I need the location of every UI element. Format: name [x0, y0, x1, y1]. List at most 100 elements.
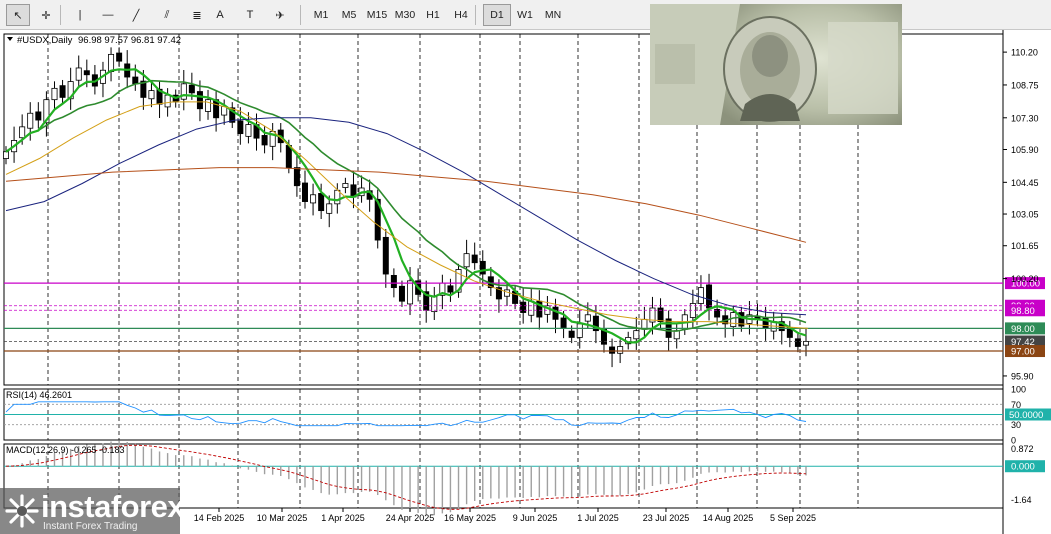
candle-body	[697, 287, 704, 304]
dollar-banknote-image	[650, 4, 902, 125]
price-axis-label: 107.30	[1011, 113, 1039, 123]
candle-body	[479, 260, 486, 275]
date-axis-label: 24 Apr 2025	[386, 513, 435, 523]
rsi-axis-label: 70	[1011, 400, 1021, 410]
date-axis-label: 1 Apr 2025	[321, 513, 365, 523]
shapes-icon: ✈	[275, 9, 285, 22]
timeframe-m5-button[interactable]: M5	[335, 4, 363, 26]
price-level-label: 97.00	[1011, 347, 1035, 358]
candle-body	[633, 330, 640, 340]
candle-body	[116, 52, 123, 62]
vertical-line-icon: |	[78, 9, 82, 21]
cursor-tool-button[interactable]: ↖	[6, 4, 30, 26]
toolbar-separator	[475, 5, 476, 25]
candle-body	[560, 317, 567, 329]
candle-body	[237, 120, 244, 135]
candle-body	[609, 346, 616, 354]
logo-text: instaforex	[41, 489, 185, 524]
candle-body	[164, 94, 171, 108]
candle-body	[584, 314, 591, 322]
price-axis-label: 103.05	[1011, 210, 1039, 220]
candle-body	[188, 84, 195, 94]
candle-body	[326, 203, 333, 214]
candle-body	[382, 236, 389, 275]
timeframe-h1-button[interactable]: H1	[419, 4, 447, 26]
candle-body	[463, 253, 470, 268]
candle-body	[568, 330, 575, 338]
macd-axis-label: 0.872	[1011, 444, 1034, 454]
fibonacci-tool-button[interactable]: ≣	[185, 4, 209, 26]
rsi-label: RSI(14) 46.2601	[6, 390, 72, 400]
horizontal-line-tool-button[interactable]: —	[96, 4, 120, 26]
rsi-level-box-label: 50.0000	[1009, 410, 1043, 421]
trendline-tool-button[interactable]: ╱	[124, 4, 148, 26]
price-level-label: 98.80	[1011, 306, 1035, 317]
timeframe-m15-button[interactable]: M15	[363, 4, 391, 26]
candle-body	[3, 151, 9, 159]
macd-zero-box-label: 0.000	[1011, 462, 1035, 473]
date-axis-label: 14 Aug 2025	[703, 513, 754, 523]
text-tool-button[interactable]: A	[208, 4, 232, 26]
vertical-line-tool-button[interactable]: |	[68, 4, 92, 26]
price-level-label: 98.00	[1011, 324, 1035, 335]
text-icon: A	[216, 9, 224, 21]
candle-body	[75, 67, 82, 81]
candle-body	[196, 91, 203, 110]
shapes-tool-button[interactable]: ✈	[268, 4, 292, 26]
candle-body	[293, 167, 300, 187]
candle-body	[51, 87, 58, 101]
timeframe-w1-button[interactable]: W1	[511, 4, 539, 26]
candle-body	[19, 126, 26, 139]
equidistant-channel-tool-button[interactable]: ⫽	[155, 4, 179, 26]
date-axis-label: 5 Sep 2025	[770, 513, 816, 523]
horizontal-line-icon: —	[102, 9, 114, 21]
logo-subtitle: Instant Forex Trading	[43, 521, 138, 532]
candle-body	[318, 193, 325, 212]
candle-body	[576, 323, 583, 338]
candle-body	[27, 112, 34, 129]
date-axis-label: 14 Feb 2025	[194, 513, 245, 523]
chart-ohlc-values: 96.98 97.57 96.81 97.42	[78, 35, 181, 46]
price-axis-label: 100.20	[1011, 274, 1039, 284]
candle-body	[132, 76, 139, 85]
candle-body	[398, 285, 405, 302]
price-axis-label: 105.90	[1011, 145, 1039, 155]
candle-body	[83, 70, 90, 76]
candle-body	[261, 135, 268, 146]
candle-body	[108, 53, 115, 72]
timeframe-h4-button[interactable]: H4	[447, 4, 475, 26]
candle-body	[803, 341, 810, 346]
candle-body	[342, 183, 349, 188]
candle-body	[617, 346, 624, 354]
candle-body	[447, 285, 454, 293]
timeframe-m1-button[interactable]: M1	[307, 4, 335, 26]
instaforex-logo: instaforex Instant Forex Trading	[0, 488, 185, 534]
candle-body	[552, 306, 559, 320]
price-axis-label: 110.20	[1011, 48, 1038, 58]
cursor-icon: ↖	[13, 9, 23, 22]
price-axis-label: 108.75	[1011, 80, 1039, 90]
candle-body	[471, 254, 478, 264]
candle-body	[334, 189, 341, 205]
candle-body	[528, 300, 535, 316]
candle-body	[794, 338, 801, 347]
crosshair-tool-button[interactable]: ✛	[34, 4, 58, 26]
date-axis-label: 10 Mar 2025	[257, 513, 308, 523]
equidistant-channel-icon: ⫽	[164, 8, 170, 21]
candle-body	[730, 312, 737, 327]
candle-body	[390, 274, 397, 289]
date-axis-label: 9 Jun 2025	[513, 513, 558, 523]
text-label-icon: T	[246, 9, 254, 21]
timeframe-mn-button[interactable]: MN	[539, 4, 567, 26]
text-label-tool-button[interactable]: T	[238, 4, 262, 26]
candle-body	[310, 194, 317, 204]
price-axis-label: 95.90	[1011, 371, 1034, 381]
toolbar-separator	[300, 5, 301, 25]
instaforex-logo-icon	[5, 494, 39, 528]
candle-body	[35, 111, 42, 121]
candle-body	[148, 90, 155, 100]
fibonacci-icon: ≣	[192, 9, 202, 22]
crosshair-icon: ✛	[41, 9, 51, 22]
timeframe-d1-button[interactable]: D1	[483, 4, 511, 26]
timeframe-m30-button[interactable]: M30	[391, 4, 419, 26]
